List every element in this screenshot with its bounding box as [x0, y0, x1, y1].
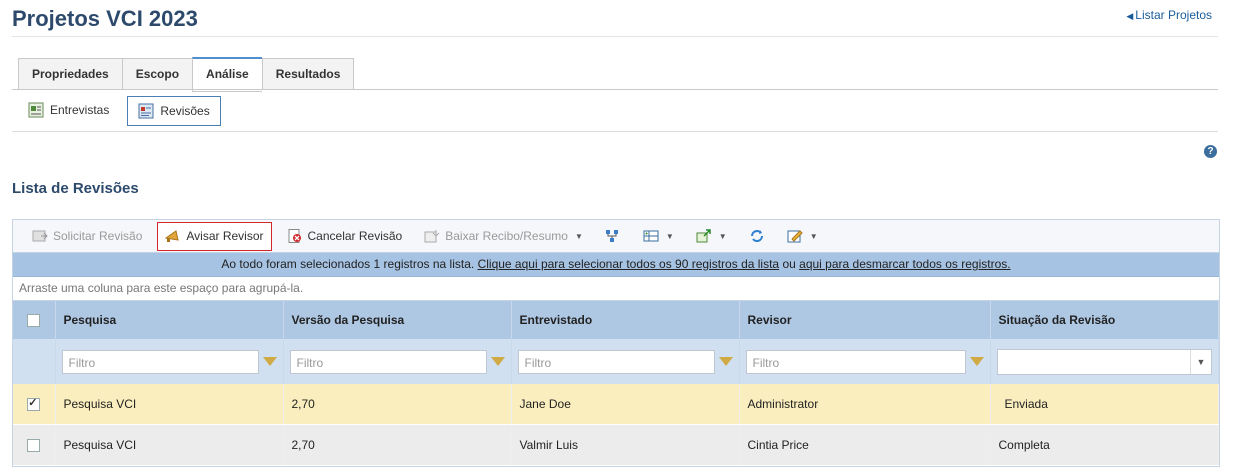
help-icon[interactable]: ?	[1204, 145, 1217, 158]
row-checkbox[interactable]	[27, 396, 41, 412]
cell-versao: 2,70	[283, 424, 512, 466]
refresh-icon	[750, 230, 763, 242]
hierarchy-icon	[605, 230, 618, 242]
filter-row: Filtro Filtro Filtro Filtro ▼	[13, 339, 1219, 384]
filter-entrevistado-input[interactable]: Filtro	[517, 349, 715, 374]
subtab-entrevistas-label: Entrevistas	[50, 103, 110, 117]
request-review-icon	[32, 230, 48, 242]
cancel-review-label: Cancelar Revisão	[307, 229, 403, 243]
select-all-header[interactable]	[13, 301, 56, 339]
cell-situacao: Completa	[990, 424, 1219, 466]
select-all-checkbox[interactable]	[27, 314, 41, 328]
tab-propriedades[interactable]: Propriedades	[18, 58, 122, 90]
tab-analise[interactable]: Análise	[192, 57, 262, 92]
filter-situacao-select[interactable]: ▼	[996, 348, 1212, 375]
refresh-button[interactable]	[742, 223, 772, 249]
notify-reviewer-button[interactable]: Avisar Revisor	[157, 221, 272, 251]
column-header-situacao[interactable]: Situação da Revisão	[990, 301, 1219, 339]
page-title: Projetos VCI 2023	[12, 6, 198, 31]
cell-pesquisa: Pesquisa VCI	[55, 384, 284, 425]
columns-icon	[643, 230, 659, 242]
tab-escopo[interactable]: Escopo	[121, 58, 193, 90]
request-review-button[interactable]: Solicitar Revisão	[25, 223, 149, 249]
deselect-all-link[interactable]: aqui para desmarcar todos os registros.	[799, 257, 1010, 271]
review-icon	[138, 103, 154, 119]
grid-toolbar: Solicitar Revisão Avisar Revisor Cancela…	[13, 220, 1219, 253]
filter-versao-input[interactable]: Filtro	[289, 349, 487, 374]
filter-pesquisa-input[interactable]: Filtro	[61, 349, 259, 374]
sub-tabs: Entrevistas Revisões	[18, 96, 221, 126]
filter-revisor-input[interactable]: Filtro	[745, 349, 966, 374]
column-header-pesquisa[interactable]: Pesquisa	[55, 301, 284, 339]
header-row: Pesquisa Versão da Pesquisa Entrevistado…	[13, 301, 1219, 339]
columns-button[interactable]: ▼	[636, 223, 681, 249]
edit-icon	[787, 230, 803, 243]
edit-layout-button[interactable]: ▼	[780, 223, 825, 249]
filter-icon[interactable]	[262, 357, 277, 366]
column-header-revisor[interactable]: Revisor	[739, 301, 991, 339]
chevron-down-icon: ▼	[574, 231, 583, 241]
filter-icon[interactable]	[718, 357, 733, 366]
back-link[interactable]: ◀ Listar Projetos	[1126, 8, 1212, 22]
download-icon	[424, 230, 440, 243]
subtab-revisoes[interactable]: Revisões	[127, 96, 221, 126]
megaphone-icon	[165, 230, 180, 242]
table-row[interactable]: Pesquisa VCI 2,70 Jane Doe Administrator…	[13, 384, 1219, 425]
tab-resultados[interactable]: Resultados	[261, 58, 355, 90]
reviews-table: Pesquisa Versão da Pesquisa Entrevistado…	[13, 301, 1219, 466]
hierarchy-button[interactable]	[598, 223, 628, 249]
selection-info-bar: Ao todo foram selecionados 1 registros n…	[13, 253, 1219, 277]
cell-entrevistado: Jane Doe	[511, 384, 740, 425]
title-divider	[12, 36, 1218, 37]
caret-left-icon: ◀	[1126, 11, 1134, 21]
table-row[interactable]: Pesquisa VCI 2,70 Valmir Luis Cintia Pri…	[13, 424, 1219, 466]
interview-icon	[28, 102, 44, 118]
filter-icon[interactable]	[490, 357, 505, 366]
filter-spacer	[13, 339, 56, 384]
chevron-down-icon: ▼	[809, 231, 818, 241]
cancel-review-button[interactable]: Cancelar Revisão	[280, 223, 410, 249]
column-header-versao[interactable]: Versão da Pesquisa	[283, 301, 512, 339]
subtab-revisoes-label: Revisões	[160, 104, 210, 118]
back-link-label: Listar Projetos	[1135, 8, 1212, 22]
cell-revisor: Cintia Price	[739, 424, 991, 466]
cell-situacao: Enviada	[990, 384, 1219, 425]
subtabs-divider	[12, 131, 1218, 132]
export-button[interactable]: ▼	[689, 223, 734, 249]
cell-revisor: Administrator	[739, 384, 991, 425]
chevron-down-icon: ▼	[665, 231, 674, 241]
reviews-grid: Solicitar Revisão Avisar Revisor Cancela…	[12, 219, 1220, 467]
cell-versao: 2,70	[283, 384, 512, 425]
column-header-entrevistado[interactable]: Entrevistado	[511, 301, 740, 339]
group-drop-zone[interactable]: Arraste uma coluna para este espaço para…	[13, 277, 1219, 301]
selection-info-text: Ao todo foram selecionados 1 registros n…	[221, 257, 475, 271]
selection-info-or: ou	[782, 257, 796, 271]
cancel-document-icon	[288, 229, 301, 243]
download-receipt-button[interactable]: Baixar Recibo/Resumo ▼	[417, 223, 590, 249]
chevron-down-icon: ▼	[718, 231, 727, 241]
notify-reviewer-label: Avisar Revisor	[186, 229, 264, 243]
request-review-label: Solicitar Revisão	[53, 229, 143, 243]
tabs-divider	[12, 89, 1218, 90]
select-all-link[interactable]: Clique aqui para selecionar todos os 90 …	[478, 257, 780, 271]
chevron-down-icon: ▼	[1190, 349, 1211, 374]
cell-entrevistado: Valmir Luis	[511, 424, 740, 466]
export-icon	[696, 229, 711, 243]
filter-icon[interactable]	[969, 357, 984, 366]
cell-pesquisa: Pesquisa VCI	[55, 424, 284, 466]
subtab-entrevistas[interactable]: Entrevistas	[18, 96, 119, 124]
download-receipt-label: Baixar Recibo/Resumo	[445, 229, 568, 243]
main-tabs: Propriedades Escopo Análise Resultados	[18, 57, 355, 92]
section-title: Lista de Revisões	[12, 180, 139, 197]
row-checkbox[interactable]	[27, 439, 41, 453]
